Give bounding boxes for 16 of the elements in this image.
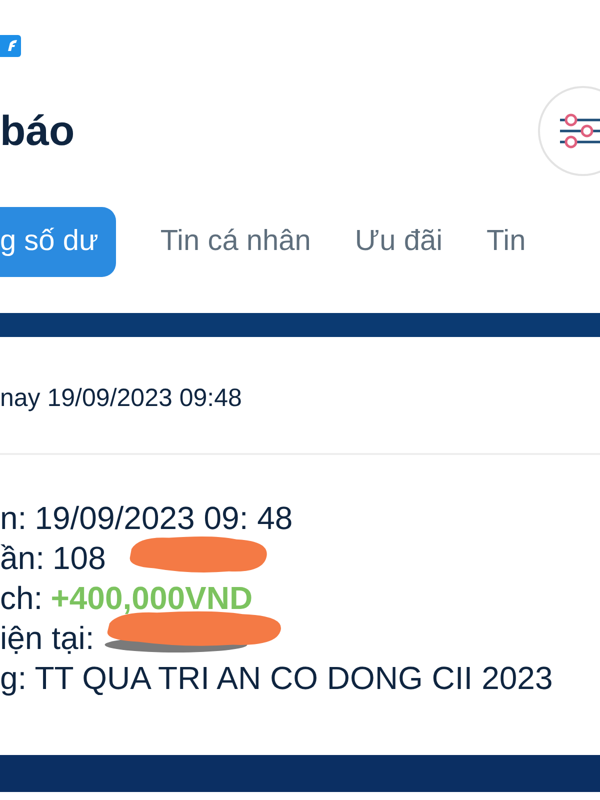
detail-label: ần: (0, 539, 44, 578)
notification-date: nay 19/09/2023 09:48 (0, 383, 242, 414)
page-title: báo (0, 110, 75, 152)
detail-value: +400,000VND (50, 579, 253, 618)
sliders-icon (560, 113, 600, 149)
tab[interactable]: Ưu đãi (354, 207, 443, 277)
tab[interactable]: Tin cá nhân (160, 207, 311, 277)
detail-value: 19/09/2023 09: 48 (34, 499, 293, 538)
detail-label: iện tại: (0, 619, 94, 658)
detail-label: g: (0, 659, 27, 698)
tab[interactable]: g số dư (0, 207, 116, 277)
detail-value: 108 (52, 539, 106, 578)
detail-value: TT QUA TRI AN CO DONG CII 2023 (34, 659, 553, 698)
detail-label: n: (0, 499, 27, 538)
detail-label: ch: (0, 579, 43, 618)
tab[interactable]: Tin (486, 207, 526, 277)
